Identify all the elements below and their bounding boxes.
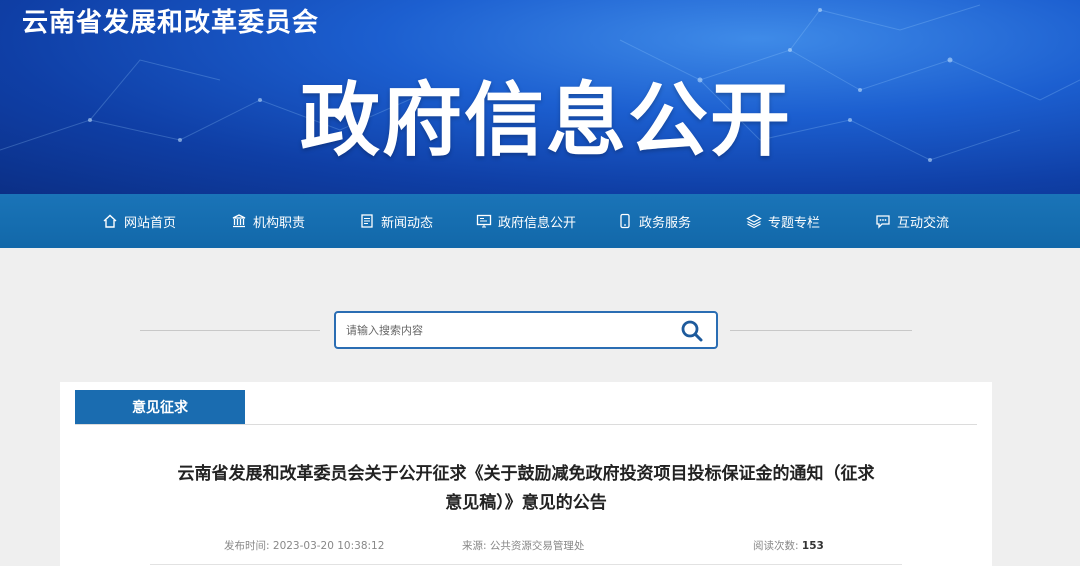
views-value: 153 bbox=[801, 540, 824, 552]
source-value: 公共资源交易管理处 bbox=[489, 540, 585, 552]
nav-label: 专题专栏 bbox=[768, 215, 821, 231]
nav-item-disclosure[interactable]: 政府信息公开 bbox=[476, 194, 576, 248]
building-icon bbox=[231, 213, 247, 229]
article-title-line2: 意见稿）》意见的公告 bbox=[445, 493, 607, 513]
phone-icon bbox=[617, 213, 633, 229]
view-count: 阅读次数: 153 bbox=[753, 538, 824, 553]
nav-label: 网站首页 bbox=[124, 215, 177, 231]
article-title: 云南省发展和改革委员会关于公开征求《关于鼓励减免政府投资项目投标保证金的通知（征… bbox=[140, 460, 912, 518]
search-icon[interactable] bbox=[680, 319, 704, 343]
main-nav: 网站首页 机构职责 新闻动态 政府信息公开 政务服务 专题专栏 互动交流 bbox=[0, 194, 1080, 248]
divider-left bbox=[140, 330, 320, 331]
home-icon bbox=[102, 213, 118, 229]
nav-item-home[interactable]: 网站首页 bbox=[102, 194, 176, 248]
screen-icon bbox=[476, 213, 492, 229]
org-name: 云南省发展和改革委员会 bbox=[22, 8, 320, 38]
article-title-line1: 云南省发展和改革委员会关于公开征求《关于鼓励减免政府投资项目投标保证金的通知（征… bbox=[177, 464, 875, 484]
chat-icon bbox=[875, 213, 891, 229]
nav-item-topics[interactable]: 专题专栏 bbox=[746, 194, 820, 248]
source-label: 来源: bbox=[462, 540, 487, 552]
nav-label: 政务服务 bbox=[639, 215, 692, 231]
nav-label: 政府信息公开 bbox=[498, 215, 577, 231]
document-icon bbox=[359, 213, 375, 229]
nav-label: 新闻动态 bbox=[381, 215, 434, 231]
views-label: 阅读次数: bbox=[753, 540, 799, 552]
publish-label: 发布时间: bbox=[224, 540, 270, 552]
article-panel: 意见征求 云南省发展和改革委员会关于公开征求《关于鼓励减免政府投资项目投标保证金… bbox=[60, 382, 992, 566]
section-tab[interactable]: 意见征求 bbox=[75, 390, 245, 424]
publish-value: 2023-03-20 10:38:12 bbox=[272, 540, 385, 552]
divider-right bbox=[730, 330, 912, 331]
section-divider bbox=[75, 424, 977, 425]
nav-item-org[interactable]: 机构职责 bbox=[231, 194, 305, 248]
search-box bbox=[334, 311, 718, 349]
source: 来源: 公共资源交易管理处 bbox=[462, 538, 584, 553]
layers-icon bbox=[746, 213, 762, 229]
meta-divider bbox=[150, 564, 902, 565]
nav-item-interaction[interactable]: 互动交流 bbox=[875, 194, 949, 248]
nav-item-services[interactable]: 政务服务 bbox=[617, 194, 691, 248]
nav-label: 机构职责 bbox=[253, 215, 306, 231]
search-input[interactable] bbox=[346, 319, 666, 341]
nav-item-news[interactable]: 新闻动态 bbox=[359, 194, 433, 248]
site-title: 政府信息公开 bbox=[300, 74, 792, 167]
nav-label: 互动交流 bbox=[897, 215, 950, 231]
header-banner: 云南省发展和改革委员会 政府信息公开 bbox=[0, 0, 1080, 194]
publish-time: 发布时间: 2023-03-20 10:38:12 bbox=[224, 538, 384, 553]
